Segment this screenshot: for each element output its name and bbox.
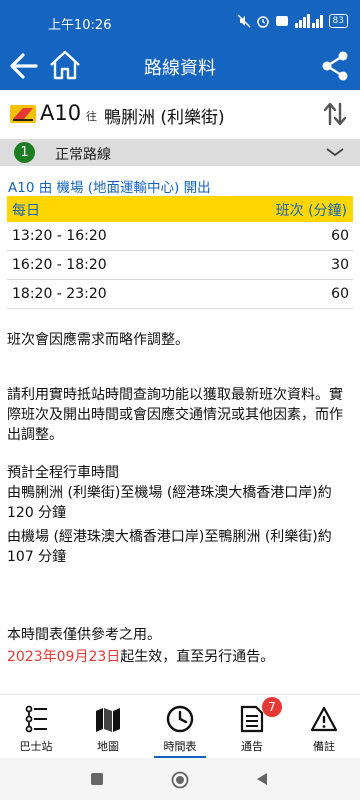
note-journey-1: 由鴨脷洲 (利樂街)至機場 (經港珠澳大橋香港口岸)約 120 分鐘 — [7, 485, 332, 521]
notice-count-badge: 7 — [262, 697, 282, 717]
bus-stop-list-icon — [25, 705, 47, 733]
row-frequency: 60 — [331, 228, 349, 244]
page-title: 路線資料 — [144, 58, 216, 79]
row-period: 18:20 - 23:20 — [12, 286, 107, 302]
warning-icon — [310, 706, 338, 732]
table-row: 18:20 - 23:20 60 — [7, 280, 353, 309]
back-button-icon[interactable] — [254, 771, 270, 787]
nav-label: 備註 — [313, 740, 335, 753]
bottom-navigation: 巴士站 地圖 時間表 7 通告 備註 — [0, 694, 360, 759]
battery-icon: 83 — [328, 14, 348, 28]
table-row: 16:20 - 18:20 30 — [7, 251, 353, 280]
header-day: 每日 — [12, 203, 40, 219]
row-period: 13:20 - 16:20 — [12, 228, 107, 244]
effective-rest: 起生效，直至另行通告。 — [120, 649, 275, 665]
route-destination: 鴨脷洲 (利樂街) — [104, 108, 225, 128]
home-button-icon[interactable] — [171, 771, 189, 789]
note-reference: 本時間表僅供參考之用。 — [7, 627, 161, 643]
note-effective: 2023年09月23日起生效，直至另行通告。 — [7, 647, 353, 667]
nav-bus-stops[interactable]: 巴士站 — [0, 695, 72, 759]
service-number-badge: 1 — [14, 142, 35, 163]
header-frequency: 班次 (分鐘) — [275, 203, 347, 219]
nav-label: 地圖 — [97, 740, 119, 753]
service-type-selector[interactable]: 1 正常路線 — [0, 139, 360, 166]
mute-icon — [237, 14, 251, 28]
alarm-icon — [256, 16, 269, 28]
note-journey-2: 由機場 (經港珠澳大橋香港口岸)至鴨脷洲 (利樂街)約 107 分鐘 — [7, 529, 332, 565]
table-row: 13:20 - 16:20 60 — [7, 222, 353, 251]
route-number: A10 — [40, 101, 82, 125]
route-to-label: 往 — [86, 110, 97, 123]
recent-apps-icon[interactable] — [89, 771, 105, 787]
nav-timetable[interactable]: 時間表 — [144, 695, 216, 759]
row-frequency: 30 — [331, 257, 349, 273]
clock-icon — [166, 705, 194, 733]
bus-company-logo-icon — [10, 105, 36, 123]
timetable-origin: A10 由 機場 (地面運輸中心) 開出 — [8, 180, 211, 196]
nav-label: 時間表 — [163, 740, 197, 753]
route-header: A10 往 鴨脷洲 (利樂街) — [0, 90, 360, 138]
status-icons: 83 — [237, 13, 348, 29]
effective-date: 2023年09月23日 — [7, 649, 121, 665]
volte-icon — [275, 16, 288, 26]
share-icon[interactable] — [320, 50, 350, 82]
nav-map[interactable]: 地圖 — [72, 695, 144, 759]
nav-label: 通告 — [241, 740, 263, 753]
nav-label: 巴士站 — [19, 740, 53, 753]
nav-notices[interactable]: 7 通告 — [216, 695, 288, 759]
timetable-header: 每日 班次 (分鐘) — [7, 196, 353, 222]
status-time: 上午10:26 — [48, 18, 112, 33]
service-type-label: 正常路線 — [55, 147, 111, 163]
status-bar: 上午10:26 83 — [0, 0, 360, 42]
chevron-down-icon — [326, 148, 344, 157]
note-realtime: 請利用實時抵站時間查詢功能以獲取最新班次資料。實際班次及開出時間或會因應交通情況… — [7, 387, 343, 443]
note-journey-title: 預計全程行車時間 — [7, 465, 119, 481]
map-icon — [96, 708, 120, 732]
swap-direction-icon[interactable] — [322, 102, 348, 126]
system-navigation-bar — [0, 758, 360, 800]
nav-remarks[interactable]: 備註 — [288, 695, 360, 759]
app-bar: 路線資料 — [0, 42, 360, 90]
row-period: 16:20 - 18:20 — [12, 257, 107, 273]
note-adjustment: 班次會因應需求而略作調整。 — [7, 332, 189, 348]
row-frequency: 60 — [331, 286, 349, 302]
signal-icon — [294, 14, 323, 28]
